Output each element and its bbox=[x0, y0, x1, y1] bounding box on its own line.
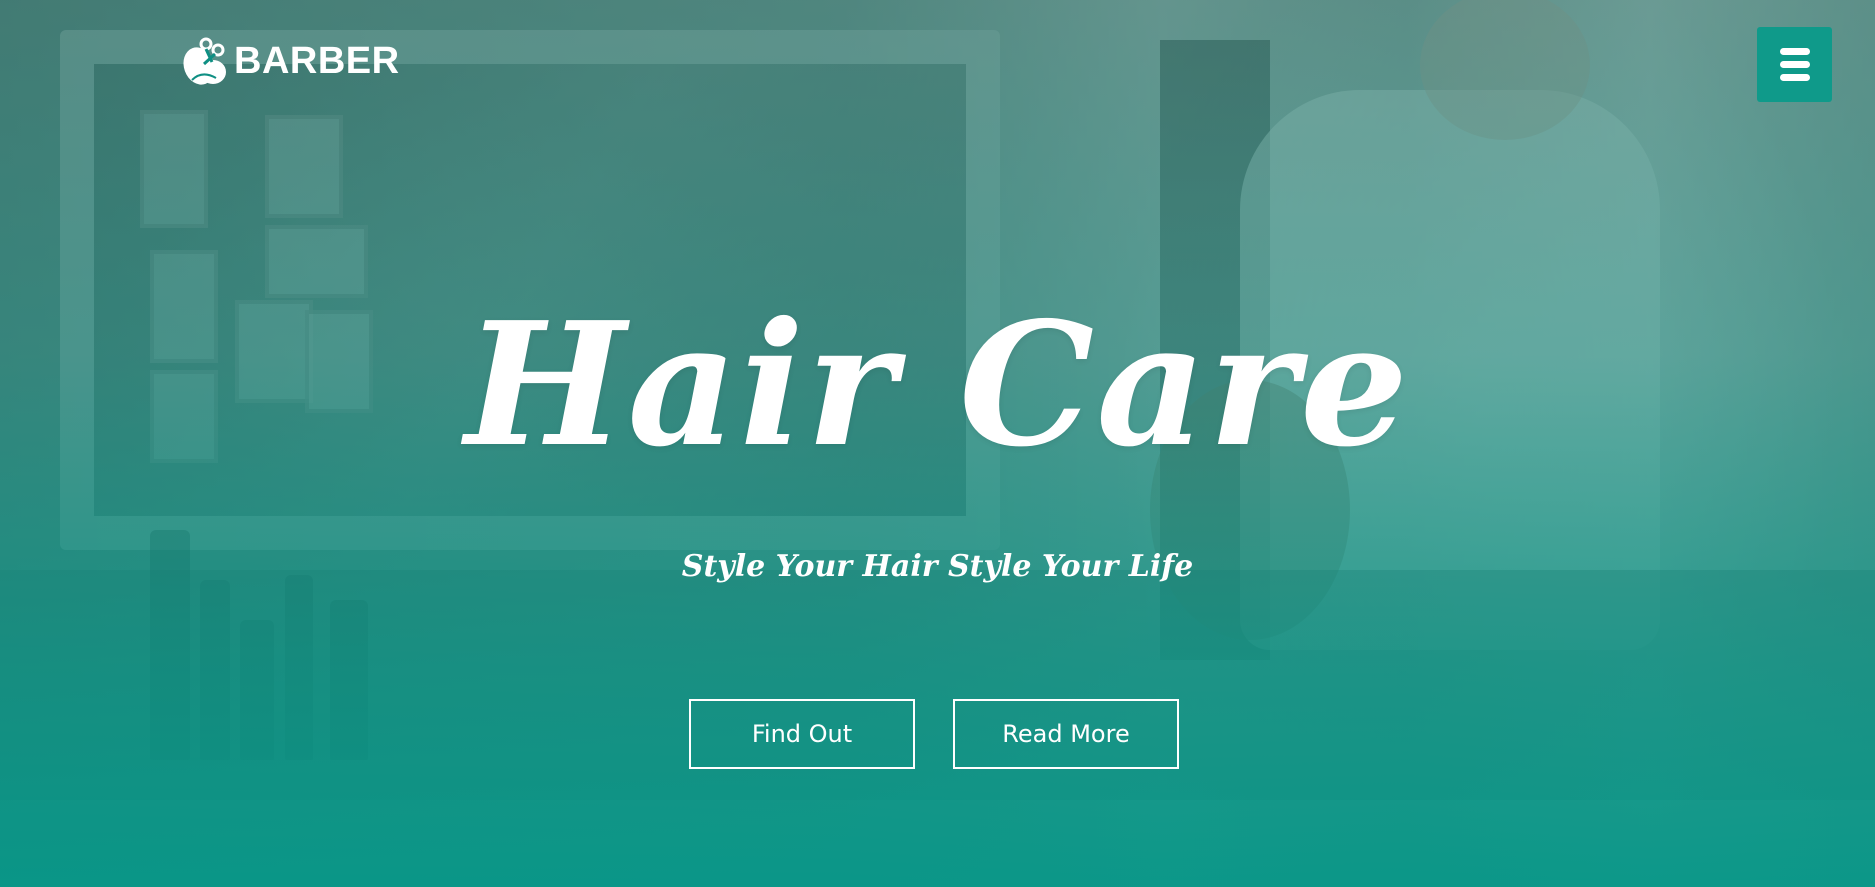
hamburger-menu-icon bbox=[1779, 48, 1810, 55]
menu-toggle-button[interactable] bbox=[1757, 27, 1832, 102]
site-logo[interactable]: BARBER bbox=[182, 34, 400, 88]
hero-subtitle: Style Your Hair Style Your Life bbox=[681, 549, 1194, 584]
hero-section: BARBER Hair Care Style Your Hair Style Y… bbox=[0, 0, 1875, 887]
find-out-button[interactable]: Find Out bbox=[689, 699, 915, 769]
logo-text: BARBER bbox=[234, 40, 400, 82]
hero-title: Hair Care bbox=[464, 285, 1411, 485]
hamburger-menu-icon-bar bbox=[1779, 74, 1810, 81]
barber-scissors-logo-icon bbox=[183, 37, 226, 85]
hamburger-menu-icon-bar bbox=[1779, 61, 1810, 68]
read-more-button[interactable]: Read More bbox=[953, 699, 1179, 769]
